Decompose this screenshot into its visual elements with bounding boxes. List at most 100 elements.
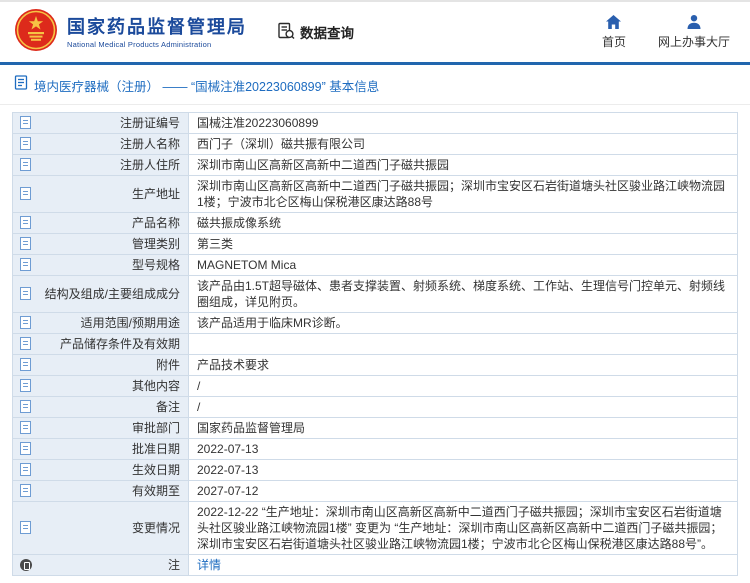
- field-label-cell: 注册证编号: [13, 113, 189, 134]
- table-row: 变更情况 2022-12-22 “生产地址：深圳市南山区高新区高新中二道西门子磁…: [13, 502, 738, 555]
- brand-text: 国家药品监督管理局 National Medical Products Admi…: [67, 16, 247, 49]
- table-row: 其他内容 /: [13, 376, 738, 397]
- field-label: 批准日期: [132, 442, 180, 456]
- field-label: 其他内容: [132, 379, 180, 393]
- field-value: 第三类: [189, 234, 738, 255]
- table-row: 生产地址 深圳市南山区高新区高新中二道西门子磁共振园；深圳市宝安区石岩街道塘头社…: [13, 176, 738, 213]
- nav-home-label: 首页: [602, 33, 626, 50]
- field-value: MAGNETOM Mica: [189, 255, 738, 276]
- note-label-cell: 注: [13, 555, 189, 576]
- form-field-icon: [20, 400, 31, 413]
- field-label-cell: 管理类别: [13, 234, 189, 255]
- form-field-icon: [20, 316, 31, 329]
- brand[interactable]: 国家药品监督管理局 National Medical Products Admi…: [14, 8, 247, 57]
- field-label: 附件: [156, 358, 180, 372]
- table-row: 注册人住所 深圳市南山区高新区高新中二道西门子磁共振园: [13, 155, 738, 176]
- form-field-icon: [20, 187, 31, 200]
- form-field-icon: [20, 158, 31, 171]
- field-label: 结构及组成/主要组成成分: [45, 287, 180, 301]
- nav-online-hall-label: 网上办事大厅: [658, 33, 730, 50]
- table-row: 产品储存条件及有效期: [13, 334, 738, 355]
- agency-name-cn: 国家药品监督管理局: [67, 16, 247, 38]
- form-field-icon: [20, 287, 31, 300]
- field-label-cell: 型号规格: [13, 255, 189, 276]
- field-label-cell: 结构及组成/主要组成成分: [13, 276, 189, 313]
- form-field-icon: [20, 337, 31, 350]
- table-row: 注册证编号 国械注准20223060899: [13, 113, 738, 134]
- field-label-cell: 产品名称: [13, 213, 189, 234]
- table-row: 结构及组成/主要组成成分 该产品由1.5T超导磁体、患者支撑装置、射频系统、梯度…: [13, 276, 738, 313]
- field-label-cell: 其他内容: [13, 376, 189, 397]
- field-value: 该产品由1.5T超导磁体、患者支撑装置、射频系统、梯度系统、工作站、生理信号门控…: [189, 276, 738, 313]
- field-value: 该产品适用于临床MR诊断。: [189, 313, 738, 334]
- document-search-icon: [277, 22, 295, 43]
- field-label: 生产地址: [132, 187, 180, 201]
- form-field-icon: [20, 237, 31, 250]
- field-label: 型号规格: [132, 258, 180, 272]
- form-field-icon: [20, 442, 31, 455]
- page-title: 境内医疗器械（注册） —— “国械注准20223060899” 基本信息: [34, 76, 379, 95]
- nav-online-hall[interactable]: 网上办事大厅: [658, 14, 730, 50]
- field-value: /: [189, 376, 738, 397]
- field-label: 审批部门: [132, 421, 180, 435]
- table-row: 批准日期 2022-07-13: [13, 439, 738, 460]
- note-row: 注 详情: [13, 555, 738, 576]
- field-label: 适用范围/预期用途: [81, 316, 180, 330]
- field-label-cell: 有效期至: [13, 481, 189, 502]
- field-label: 产品储存条件及有效期: [60, 337, 180, 351]
- form-field-icon: [20, 258, 31, 271]
- table-row: 备注 /: [13, 397, 738, 418]
- field-label-cell: 附件: [13, 355, 189, 376]
- field-label-cell: 审批部门: [13, 418, 189, 439]
- field-label-cell: 注册人名称: [13, 134, 189, 155]
- field-label-cell: 产品储存条件及有效期: [13, 334, 189, 355]
- field-value: 深圳市南山区高新区高新中二道西门子磁共振园: [189, 155, 738, 176]
- field-value: /: [189, 397, 738, 418]
- table-row: 适用范围/预期用途 该产品适用于临床MR诊断。: [13, 313, 738, 334]
- field-value: 西门子（深圳）磁共振有限公司: [189, 134, 738, 155]
- home-icon: [605, 14, 622, 30]
- detail-link[interactable]: 详情: [197, 558, 221, 572]
- field-label: 注册证编号: [120, 116, 180, 130]
- field-value: 磁共振成像系统: [189, 213, 738, 234]
- note-icon: [20, 559, 32, 571]
- table-row: 注册人名称 西门子（深圳）磁共振有限公司: [13, 134, 738, 155]
- form-field-icon: [20, 463, 31, 476]
- field-label-cell: 适用范围/预期用途: [13, 313, 189, 334]
- main-content: 境内医疗器械（注册） —— “国械注准20223060899” 基本信息 注册证…: [0, 65, 750, 576]
- field-label-cell: 批准日期: [13, 439, 189, 460]
- table-row: 型号规格 MAGNETOM Mica: [13, 255, 738, 276]
- field-label: 注册人名称: [120, 137, 180, 151]
- field-label-cell: 生效日期: [13, 460, 189, 481]
- field-value: 2027-07-12: [189, 481, 738, 502]
- field-label-cell: 变更情况: [13, 502, 189, 555]
- field-label: 有效期至: [132, 484, 180, 498]
- note-value-cell: 详情: [189, 555, 738, 576]
- data-query-link[interactable]: 数据查询: [277, 22, 354, 43]
- nav-home[interactable]: 首页: [602, 14, 626, 50]
- field-label: 备注: [156, 400, 180, 414]
- field-label: 注册人住所: [120, 158, 180, 172]
- form-field-icon: [20, 379, 31, 392]
- field-value: 国家药品监督管理局: [189, 418, 738, 439]
- user-icon: [686, 14, 702, 30]
- table-row: 产品名称 磁共振成像系统: [13, 213, 738, 234]
- data-query-label: 数据查询: [300, 22, 354, 42]
- site-header: 国家药品监督管理局 National Medical Products Admi…: [0, 2, 750, 62]
- field-label-cell: 注册人住所: [13, 155, 189, 176]
- form-field-icon: [20, 484, 31, 497]
- field-label: 管理类别: [132, 237, 180, 251]
- form-field-icon: [20, 116, 31, 129]
- table-row: 生效日期 2022-07-13: [13, 460, 738, 481]
- national-emblem-logo: [14, 8, 58, 57]
- field-value: 2022-12-22 “生产地址：深圳市南山区高新区高新中二道西门子磁共振园；深…: [189, 502, 738, 555]
- field-label-cell: 生产地址: [13, 176, 189, 213]
- field-value: 国械注准20223060899: [189, 113, 738, 134]
- field-label-cell: 备注: [13, 397, 189, 418]
- field-value: 深圳市南山区高新区高新中二道西门子磁共振园；深圳市宝安区石岩街道塘头社区骏业路江…: [189, 176, 738, 213]
- form-field-icon: [20, 137, 31, 150]
- registration-info-table: 注册证编号 国械注准20223060899 注册人名称 西门子（深圳）磁共振有限…: [12, 112, 738, 576]
- table-row: 管理类别 第三类: [13, 234, 738, 255]
- note-label: 注: [168, 558, 180, 572]
- field-label: 变更情况: [132, 521, 180, 535]
